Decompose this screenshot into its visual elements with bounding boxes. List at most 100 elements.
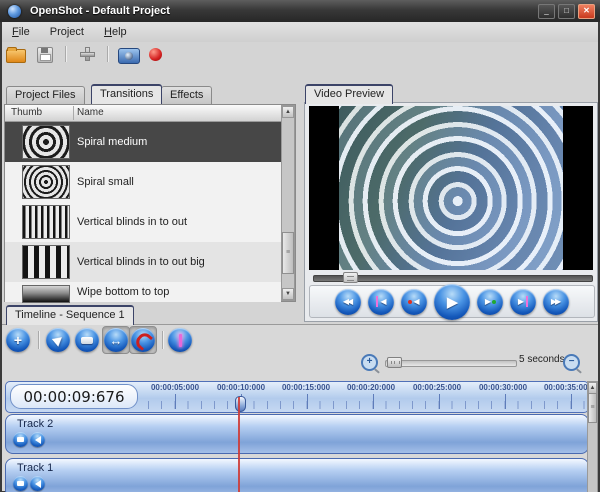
ruler-major-ticks	[139, 394, 585, 409]
tab-project-files[interactable]: Project Files	[6, 86, 85, 104]
zoom-out-icon[interactable]: −	[563, 354, 580, 371]
play-icon: ▶	[444, 293, 461, 311]
playhead-line[interactable]	[238, 397, 240, 492]
green-dot-icon	[492, 300, 496, 304]
previous-marker-button[interactable]: ◀	[368, 289, 394, 315]
track-1-video-toggle[interactable]	[13, 476, 28, 491]
next-marker-button[interactable]: ▶	[510, 289, 536, 315]
column-header-thumb[interactable]: Thumb	[11, 107, 42, 118]
vertical-blinds-big-thumbnail	[22, 245, 70, 279]
scrollbar-thumb[interactable]: ≡	[282, 232, 294, 274]
files-transitions-panel: Project Files Transitions Effects Thumb …	[2, 83, 298, 303]
cursor-arrow-icon	[51, 333, 64, 346]
resize-arrows-icon: ↔	[110, 333, 123, 348]
add-track-button[interactable]: +	[6, 328, 30, 352]
title-bar[interactable]: OpenShot - Default Project _ □ ✕	[0, 0, 600, 22]
row-label: Spiral medium	[77, 136, 147, 148]
rewind-button[interactable]: ◀◀	[335, 289, 361, 315]
record-button[interactable]	[149, 45, 171, 63]
marker-icon	[179, 334, 182, 347]
wipe-bottom-top-thumbnail	[22, 285, 70, 303]
minimize-button[interactable]: _	[538, 4, 555, 19]
video-display	[309, 106, 593, 270]
magnet-icon	[133, 330, 153, 351]
ruler-label: 00:00:20:000	[347, 383, 395, 392]
export-video-button[interactable]	[118, 45, 140, 63]
table-row-spiral-small[interactable]: Spiral small	[5, 162, 281, 202]
save-project-button[interactable]	[34, 45, 56, 63]
timeline-vertical-scrollbar[interactable]: ▲ ≡ ▼	[587, 381, 598, 492]
scrollbar-thumb[interactable]: ≡	[588, 393, 597, 423]
ruler-label: 00:00:15:000	[282, 383, 330, 392]
open-project-button[interactable]	[6, 45, 28, 63]
table-row-spiral-medium[interactable]: Spiral medium	[5, 122, 281, 162]
row-label: Spiral small	[77, 176, 134, 188]
playhead-handle[interactable]	[235, 396, 246, 412]
snap-tool-button[interactable]	[129, 326, 157, 354]
tab-transitions[interactable]: Transitions	[91, 84, 162, 104]
row-label: Vertical blinds in to out	[77, 216, 187, 228]
transitions-table: Thumb Name Spiral medium Spiral small Ve…	[4, 104, 296, 302]
window-content: File Project Help Project Files Transiti…	[2, 22, 598, 490]
table-row-vertical-blinds-big[interactable]: Vertical blinds in to out big	[5, 242, 281, 282]
table-header: Thumb Name	[5, 105, 281, 122]
fast-forward-icon: ▶▶	[551, 297, 561, 306]
tab-effects[interactable]: Effects	[161, 86, 212, 104]
maximize-button[interactable]: □	[558, 4, 575, 19]
marker-bar-icon	[376, 296, 378, 307]
timeline-ruler[interactable]: 00:00:09:676 00:00:05:000 00:00:10:000 0…	[5, 381, 589, 413]
frame-step-back-button[interactable]: ◀	[401, 289, 427, 315]
menu-bar: File Project Help	[2, 22, 598, 42]
menu-file[interactable]: File	[2, 24, 40, 40]
track-2-video-toggle[interactable]	[13, 432, 28, 447]
plus-icon: +	[14, 332, 22, 348]
scroll-up-arrow[interactable]: ▲	[282, 106, 294, 118]
menu-help[interactable]: Help	[94, 24, 137, 40]
fast-forward-button[interactable]: ▶▶	[543, 289, 569, 315]
openshot-window: OpenShot - Default Project _ □ ✕ File Pr…	[0, 0, 600, 492]
preview-seek-slider[interactable]	[313, 275, 593, 282]
table-row-wipe-bottom-top[interactable]: Wipe bottom to top	[5, 282, 281, 302]
seek-slider-thumb[interactable]	[343, 272, 358, 283]
screen-icon	[17, 481, 24, 486]
zoom-in-icon[interactable]: +	[361, 354, 378, 371]
select-tool-button[interactable]	[46, 328, 70, 352]
add-files-button[interactable]	[76, 45, 98, 63]
track-1-band[interactable]: Track 1	[5, 458, 589, 492]
spiral-medium-thumbnail	[22, 125, 70, 159]
column-header-name[interactable]: Name	[77, 107, 104, 118]
camera-icon	[118, 48, 140, 64]
table-row-vertical-blinds[interactable]: Vertical blinds in to out	[5, 202, 281, 242]
table-vertical-scrollbar[interactable]: ▲ ≡ ▼	[281, 105, 295, 301]
tab-timeline-sequence[interactable]: Timeline - Sequence 1	[6, 305, 134, 325]
toolbar-separator	[38, 331, 40, 349]
add-marker-button[interactable]	[168, 328, 192, 352]
track-1-audio-toggle[interactable]	[30, 476, 45, 491]
ruler-label: 00:00:05:000	[151, 383, 199, 392]
red-dot-icon	[408, 300, 412, 304]
timecode-display: 00:00:09:676	[10, 384, 138, 409]
play-button[interactable]: ▶	[434, 284, 470, 320]
resize-tool-button[interactable]: ↔	[102, 326, 130, 354]
record-icon	[149, 48, 162, 61]
track-2-audio-toggle[interactable]	[30, 432, 45, 447]
close-button[interactable]: ✕	[578, 4, 595, 19]
marker-bar-icon	[526, 296, 528, 307]
tab-video-preview[interactable]: Video Preview	[305, 84, 393, 104]
zoom-slider-thumb[interactable]	[387, 357, 402, 368]
razor-tool-button[interactable]	[75, 328, 99, 352]
open-folder-icon	[6, 49, 26, 63]
timeline-zoom-slider[interactable]	[385, 360, 517, 367]
menu-project[interactable]: Project	[40, 24, 94, 40]
ruler-label: 00:00:35:000	[544, 383, 592, 392]
frame-step-forward-button[interactable]: ▶	[477, 289, 503, 315]
row-label: Wipe bottom to top	[77, 286, 169, 298]
ruler-label: 00:00:25:000	[413, 383, 461, 392]
column-divider[interactable]	[73, 106, 74, 120]
video-preview-panel: ◀◀ ◀ ◀ ▶ ▶ ▶ ▶▶	[304, 102, 598, 322]
save-floppy-icon	[37, 47, 53, 63]
track-2-label: Track 2	[17, 418, 53, 430]
scroll-down-arrow[interactable]: ▼	[282, 288, 294, 300]
track-2-band[interactable]: Track 2	[5, 414, 589, 454]
toolbar-separator	[162, 331, 164, 349]
